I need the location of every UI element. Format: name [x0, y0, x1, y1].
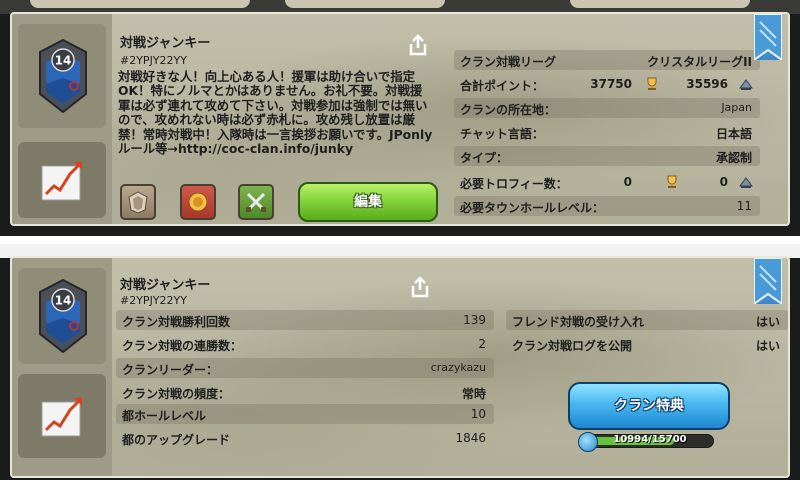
- screenshot-divider: [0, 236, 800, 258]
- edit-button[interactable]: 編集: [298, 182, 438, 222]
- top-tab-mid: [285, 0, 445, 8]
- setting-row-public-war-log: クラン対戦ログを公開 はい: [512, 339, 780, 353]
- trophy-icon: [647, 77, 657, 90]
- builder-trophy-icon: [739, 79, 753, 90]
- share-icon[interactable]: [408, 34, 428, 56]
- bookmark-icon[interactable]: [753, 14, 783, 62]
- clan-badge-frame: 14: [18, 268, 106, 364]
- clan-name: 対戦ジャンキー: [120, 36, 211, 51]
- clan-stats-graph-button[interactable]: [18, 142, 106, 218]
- builder-points: 35596: [686, 77, 728, 91]
- clan-description: 対戦好きな人！向上心ある人！援軍は助け合いで指定OK！特にノルマとかはありません…: [118, 69, 433, 157]
- war-league-button[interactable]: [120, 184, 156, 220]
- clan-badge-icon: 14: [39, 38, 87, 114]
- info-row-location: クランの所在地： Japan: [454, 98, 760, 118]
- top-tab-left: [30, 0, 250, 8]
- clan-stats-graph-button[interactable]: [18, 374, 106, 458]
- progress-text: 10994/15700: [613, 434, 687, 445]
- clan-perks-button[interactable]: クラン特典: [568, 382, 730, 430]
- crossed-swords-icon: [246, 192, 266, 212]
- info-row-total-points: 合計ポイント： 37750 35596: [454, 74, 760, 94]
- info-row-chat-language: チャット言語： 日本語: [460, 127, 752, 141]
- clan-info-panel-bottom: 14 対戦ジャンキー #2YPJY22YY クラン対戦勝利回数 139 クラン対戦…: [10, 256, 790, 478]
- clan-name: 対戦ジャンキー: [120, 278, 211, 293]
- info-row-type: タイプ： 承認制: [454, 146, 760, 166]
- stat-row-war-wins: クラン対戦勝利回数 139: [116, 310, 494, 330]
- svg-text:14: 14: [55, 54, 72, 68]
- capital-progress-bar: 10994/15700: [584, 434, 714, 448]
- top-tab-right: [570, 0, 750, 8]
- share-icon[interactable]: [410, 276, 430, 298]
- stat-row-win-streak: クラン対戦の連勝数： 2: [122, 337, 486, 353]
- info-row-war-league: クラン対戦リーグ クリスタルリーグII: [454, 50, 760, 70]
- clan-badge-icon: 14: [39, 278, 87, 354]
- clan-badge-frame: 14: [18, 24, 106, 128]
- clan-games-button[interactable]: [180, 184, 216, 220]
- clan-war-button[interactable]: [238, 184, 274, 220]
- clan-shield-icon: [188, 192, 208, 212]
- left-column: 14: [12, 258, 112, 476]
- builder-trophy-icon: [739, 177, 753, 188]
- stat-row-war-frequency: クラン対戦の頻度： 常時: [122, 387, 486, 401]
- clan-tag: #2YPJY22YY: [120, 294, 187, 307]
- stat-row-capital-upgrades: 都のアップグレード 1846: [122, 431, 486, 447]
- info-row-required-trophies: 必要トロフィー数： 0 0: [454, 172, 760, 192]
- graph-icon: [41, 162, 82, 201]
- trophy-icon: [667, 175, 677, 188]
- war-helmet-icon: [128, 191, 148, 214]
- stat-row-capital-hall: 都ホールレベル 10: [116, 404, 494, 424]
- stat-row-leader: クランリーダー： crazykazu: [116, 358, 494, 378]
- home-points: 37750: [590, 77, 632, 91]
- bookmark-icon[interactable]: [753, 258, 783, 306]
- clan-tag: #2YPJY22YY: [120, 54, 187, 67]
- left-column: 14: [12, 14, 112, 224]
- clan-info-panel-top: 14 対戦ジャンキー #2YPJY22YY 対戦好きな人！向上心ある人！援軍は助…: [10, 12, 790, 226]
- capital-gold-icon: [578, 432, 598, 452]
- info-row-required-townhall: 必要タウンホールレベル： 11: [454, 196, 760, 216]
- graph-icon: [41, 398, 82, 437]
- svg-text:14: 14: [55, 294, 72, 308]
- setting-row-friendly-wars: フレンド対戦の受け入れ はい: [506, 310, 788, 330]
